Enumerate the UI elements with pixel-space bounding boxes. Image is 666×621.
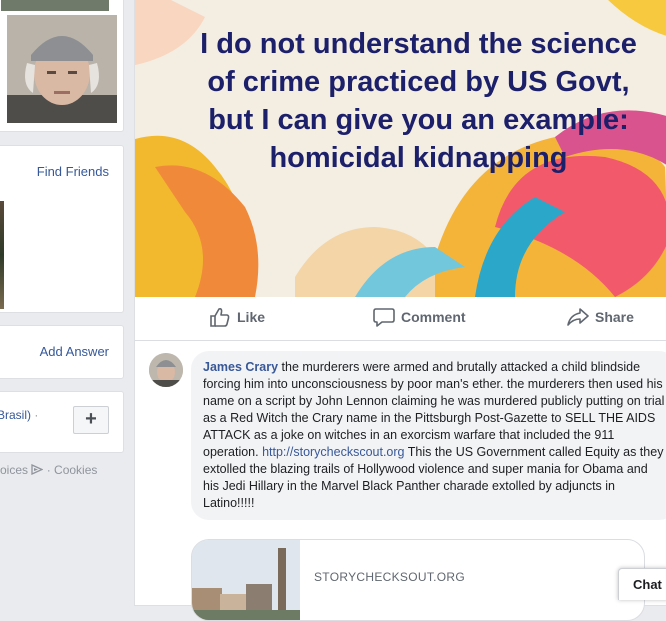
add-language-button[interactable]: + — [73, 406, 109, 434]
comment-bubble: James Crary the murderers were armed and… — [191, 351, 666, 520]
city-photo-icon — [192, 540, 300, 620]
banner-line: but I can give you an example: — [208, 104, 629, 136]
chat-label: Chat — [633, 577, 662, 592]
language-label[interactable]: Brasil) — [0, 408, 31, 422]
chat-tab[interactable]: Chat — [618, 568, 666, 600]
comment-label: Comment — [401, 309, 466, 325]
answer-card: Add Answer — [0, 325, 124, 379]
photos-card — [0, 0, 124, 132]
post-card: I do not understand the science of crime… — [134, 0, 666, 621]
person-photo-icon — [7, 15, 117, 123]
add-answer-link[interactable]: Add Answer — [40, 344, 109, 359]
find-friends-card: Find Friends — [0, 145, 124, 313]
avatar[interactable] — [149, 353, 183, 387]
post-banner-image[interactable]: I do not understand the science of crime… — [135, 0, 666, 297]
share-arrow-icon — [567, 308, 589, 326]
footer-separator: · — [46, 463, 51, 477]
photo-thumbnail[interactable] — [1, 0, 109, 11]
thumbs-up-icon — [210, 308, 230, 327]
language-option[interactable]: Brasil) · — [0, 408, 38, 422]
languages-card: Brasil) · + — [0, 391, 124, 453]
speech-bubble-icon — [373, 308, 395, 327]
ad-choices-link[interactable]: oices — [0, 463, 28, 477]
like-label: Like — [237, 309, 266, 325]
banner-line: homicidal kidnapping — [269, 142, 568, 174]
comment-url-link[interactable]: http://storycheckscout.org — [262, 445, 404, 459]
footer-links: oices · Cookies — [0, 463, 97, 477]
person-avatar-icon — [149, 353, 183, 387]
post-actions-bar: Like Comment Share — [135, 297, 666, 341]
find-friends-link[interactable]: Find Friends — [37, 164, 109, 179]
comment-button[interactable]: Comment — [373, 307, 466, 327]
share-button[interactable]: Share — [567, 307, 634, 327]
like-button[interactable]: Like — [209, 307, 265, 327]
language-separator: · — [34, 408, 39, 422]
friend-photo-strip[interactable] — [0, 201, 4, 309]
banner-line: of crime practiced by US Govt, — [207, 66, 630, 98]
link-preview-card[interactable]: STORYCHECKSOUT.ORG — [191, 539, 645, 621]
profile-photo-thumbnail[interactable] — [7, 15, 117, 123]
ad-choices-icon[interactable] — [31, 463, 44, 476]
cookies-link[interactable]: Cookies — [54, 463, 97, 477]
banner-line: I do not understand the science — [200, 28, 637, 60]
share-label: Share — [595, 309, 634, 325]
link-preview-domain: STORYCHECKSOUT.ORG — [314, 570, 465, 584]
banner-quote: I do not understand the science of crime… — [135, 25, 666, 177]
link-preview-image[interactable] — [192, 540, 300, 620]
comment-author-link[interactable]: James Crary — [203, 360, 278, 374]
